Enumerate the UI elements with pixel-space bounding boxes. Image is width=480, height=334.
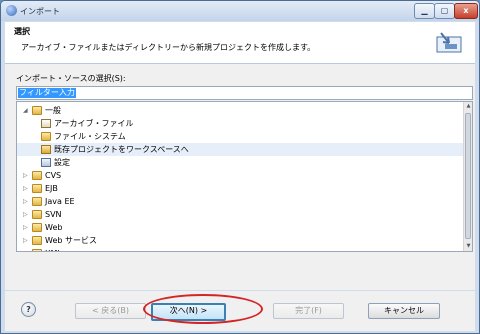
tree-item-label: EJB [45,184,58,193]
scrollbar-thumb[interactable] [465,113,471,239]
tree-item[interactable]: 既存プロジェクトをワークスペースへ [17,143,463,156]
expand-arrow-icon[interactable]: ▷ [23,221,28,234]
tree-item[interactable]: ▷ CVS [17,169,463,182]
expand-arrow-icon[interactable]: ▷ [23,169,28,182]
collapse-arrow-icon[interactable]: ◢ [23,104,28,117]
folder-icon [32,249,42,251]
folder-icon [32,184,42,193]
tree-item[interactable]: ◢ 一般 [17,104,463,117]
cancel-button[interactable]: キャンセル [368,303,440,319]
tree-item-label: Web [45,223,63,232]
tree-item[interactable]: ▷ EJB [17,182,463,195]
project-import-icon [41,145,51,154]
settings-icon [41,158,51,167]
folder-icon [32,171,42,180]
expand-arrow-icon[interactable]: ▷ [23,247,28,251]
tree-item-label: ファイル・システム [54,132,126,141]
folder-icon [41,132,51,141]
eclipse-icon [6,5,17,16]
tree-item[interactable]: ファイル・システム [17,130,463,143]
maximize-button[interactable]: ▢ [434,3,455,19]
expand-arrow-icon[interactable]: ▷ [23,234,28,247]
finish-button[interactable]: 完了(F) [273,303,344,319]
tree-item-label: アーカイブ・ファイル [54,119,134,128]
tree-item-label: XML [45,247,62,251]
tree-item[interactable]: ▷ Web [17,221,463,234]
expand-arrow-icon[interactable]: ▷ [23,208,28,221]
expand-arrow-icon[interactable]: ▷ [23,195,28,208]
tree-item[interactable]: ▷ Java EE [17,195,463,208]
expand-arrow-icon[interactable]: ▷ [23,182,28,195]
tree-item[interactable]: ▷ Web サービス [17,234,463,247]
tree-item-label: 設定 [54,158,70,167]
folder-icon [32,210,42,219]
filter-input[interactable]: フィルター入力 [16,86,473,100]
import-source-label: インポート・ソースの選択(S): [16,74,126,83]
import-wizard-icon [436,32,462,53]
tree-item-label: 既存プロジェクトをワークスペースへ [54,145,189,154]
archive-file-icon [41,119,51,128]
tree-item-label: 一般 [45,106,61,115]
scroll-up-icon[interactable]: ▲ [464,102,472,111]
help-icon[interactable]: ? [21,302,36,317]
tree-items: ◢ 一般アーカイブ・ファイル ファイル・システム既存プロジェクトをワークスペースへ設… [17,102,463,251]
next-button[interactable]: 次へ(N) > [151,303,226,321]
folder-icon [32,223,42,232]
close-button[interactable]: x [454,3,478,19]
folder-icon [32,236,42,245]
wizard-footer: ? < 戻る(B) 次へ(N) > 完了(F) キャンセル [5,291,475,331]
filter-input-text[interactable]: フィルター入力 [18,88,76,98]
title-bar[interactable]: インポート ▁ ▢ x [1,1,479,21]
wizard-body: インポート・ソースの選択(S): フィルター入力 ◢ 一般アーカイブ・ファイル ファ… [5,64,475,290]
tree-item-label: SVN [45,210,62,219]
tree-item-label: CVS [45,171,62,180]
tree-item-label: Java EE [45,197,75,206]
page-description: アーカイブ・ファイルまたはディレクトリーから新規プロジェクトを作成します。 [21,43,316,52]
folder-icon [32,197,42,206]
tree-item[interactable]: アーカイブ・ファイル [17,117,463,130]
tree-item-label: Web サービス [45,236,97,245]
folder-icon [32,106,42,115]
back-button[interactable]: < 戻る(B) [75,303,146,319]
import-dialog: インポート ▁ ▢ x 選択 アーカイブ・ファイルまたはディレクトリーから新規プ… [0,0,480,334]
import-source-tree[interactable]: ◢ 一般アーカイブ・ファイル ファイル・システム既存プロジェクトをワークスペースへ設… [16,101,473,252]
scroll-down-icon[interactable]: ▼ [464,242,472,251]
tree-item[interactable]: ▷ SVN [17,208,463,221]
tree-item[interactable]: 設定 [17,156,463,169]
wizard-header: 選択 アーカイブ・ファイルまたはディレクトリーから新規プロジェクトを作成します。 [5,22,475,64]
page-title: 選択 [14,27,30,36]
minimize-button[interactable]: ▁ [414,3,435,19]
vertical-scrollbar[interactable]: ▲ ▼ [463,102,472,251]
tree-item[interactable]: ▷ XML [17,247,463,251]
window-title: インポート [20,7,60,16]
